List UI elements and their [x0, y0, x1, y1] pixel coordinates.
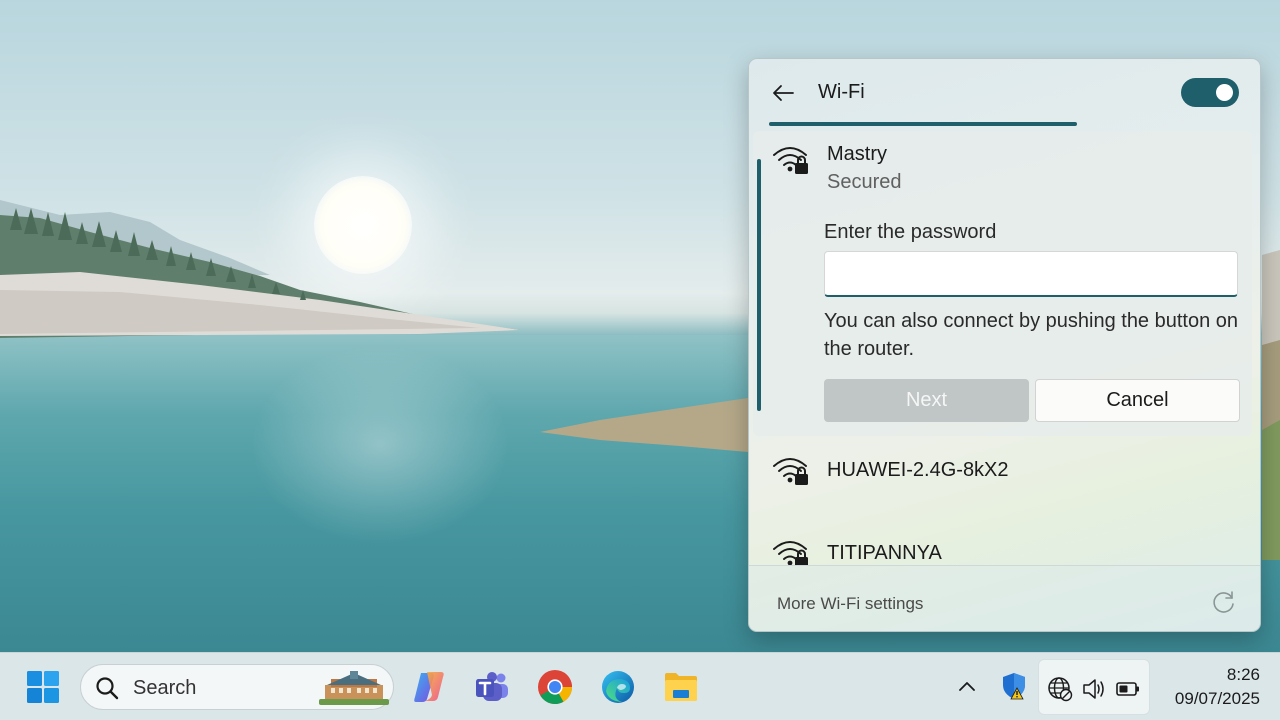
chrome-icon: [538, 670, 572, 704]
network-name: Mastry: [827, 143, 887, 165]
flyout-title: Wi-Fi: [818, 81, 865, 103]
wifi-flyout: Wi-Fi Mastry Secured Enter the password …: [748, 58, 1261, 632]
network-list: Mastry Secured Enter the password You ca…: [749, 129, 1260, 565]
file-explorer-button[interactable]: [661, 667, 701, 707]
network-name: TITIPANNYA: [827, 542, 942, 564]
start-button[interactable]: [23, 667, 63, 707]
next-button[interactable]: Next: [824, 379, 1029, 422]
file-explorer-icon: [665, 673, 697, 701]
password-input[interactable]: [824, 251, 1238, 297]
network-item-huawei[interactable]: HUAWEI-2.4G-8kX2: [753, 444, 1252, 504]
network-icon: [1048, 677, 1073, 702]
volume-icon: [1083, 679, 1104, 699]
windows-start-icon: [27, 671, 59, 703]
network-item-mastry: Mastry Secured Enter the password You ca…: [753, 131, 1252, 436]
taskbar-search[interactable]: Search: [80, 664, 394, 710]
scan-progress-bar: [769, 122, 1077, 126]
edge-icon: [602, 671, 634, 703]
network-item-titipannya[interactable]: TITIPANNYA: [753, 527, 1252, 565]
flyout-header: Wi-Fi: [749, 59, 1260, 127]
copilot-button[interactable]: [409, 667, 449, 707]
windows-security-icon[interactable]: [1000, 671, 1028, 701]
wps-hint-text: You can also connect by pushing the butt…: [824, 310, 1239, 360]
password-label: Enter the password: [824, 221, 997, 243]
selection-indicator: [757, 159, 761, 411]
search-placeholder: Search: [133, 677, 197, 699]
cancel-button[interactable]: Cancel: [1035, 379, 1240, 422]
network-name: HUAWEI-2.4G-8kX2: [827, 459, 1009, 481]
search-icon: [96, 677, 119, 700]
clock-date: 09/07/2025: [1174, 689, 1260, 708]
refresh-button[interactable]: [1209, 588, 1239, 618]
search-highlight-art-icon: [319, 671, 389, 705]
wifi-secured-icon: [773, 147, 808, 174]
battery-icon: [1116, 682, 1139, 696]
copilot-icon: [414, 672, 444, 702]
back-button[interactable]: [767, 77, 799, 109]
toggle-knob: [1216, 84, 1233, 101]
taskbar: Search 8:26 09/07/2025: [0, 652, 1280, 720]
network-status: Secured: [827, 171, 902, 193]
wifi-secured-icon: [773, 541, 808, 565]
more-wifi-settings-link[interactable]: More Wi-Fi settings: [777, 594, 923, 614]
refresh-icon: [1213, 591, 1234, 613]
teams-button[interactable]: [472, 667, 512, 707]
quick-settings-button[interactable]: [1038, 659, 1150, 715]
clock-button[interactable]: 8:26 09/07/2025: [1156, 663, 1260, 711]
flyout-footer: More Wi-Fi settings: [749, 565, 1260, 631]
teams-icon: [476, 672, 508, 701]
edge-button[interactable]: [598, 667, 638, 707]
arrow-left-icon: [773, 85, 794, 101]
chrome-button[interactable]: [535, 667, 575, 707]
clock-time: 8:26: [1226, 665, 1260, 684]
wifi-secured-icon: [773, 458, 808, 485]
chevron-up-icon: [959, 682, 975, 691]
show-hidden-icons-button[interactable]: [954, 673, 980, 699]
wifi-toggle[interactable]: [1181, 78, 1239, 107]
